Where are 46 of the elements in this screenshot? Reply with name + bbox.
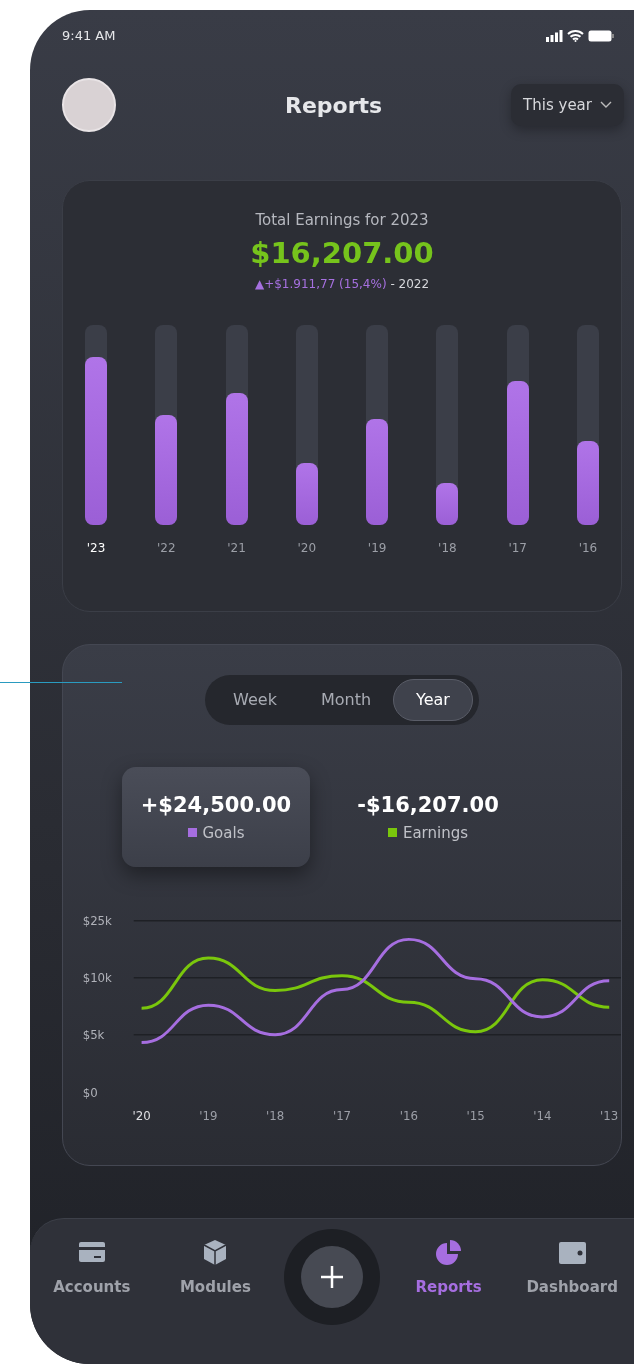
bar-label: '21 [227, 540, 246, 557]
period-tab[interactable]: Year [393, 679, 473, 721]
x-axis-label: '17 [332, 1109, 352, 1124]
summary-tile[interactable]: +$24,500.00 Goals [122, 767, 310, 867]
x-axis-label: '20 [132, 1109, 151, 1124]
tab-bar-item[interactable]: Accounts [36, 1237, 147, 1300]
summary-amount: +$24,500.00 [140, 792, 292, 819]
signal-icon [546, 30, 563, 42]
card-title: Total Earnings for 2023 [254, 210, 430, 231]
legend-label: Goals [202, 822, 245, 844]
wifi-icon [567, 30, 584, 42]
status-time: 9:41 AM [62, 27, 116, 46]
period-tab[interactable]: Week [211, 679, 299, 721]
x-axis-label: '15 [466, 1109, 485, 1124]
x-axis-label: '13 [600, 1109, 619, 1124]
tab-bar-item[interactable]: Dashboard [517, 1237, 628, 1300]
y-axis-label: $0 [82, 1085, 98, 1100]
bar-label: '20 [297, 540, 317, 557]
earnings-change: ▲+$1.911,77 (15,4%) - 2022 [253, 276, 431, 293]
summary-amount: -$16,207.00 [357, 792, 499, 819]
pie-chart-icon [433, 1238, 464, 1268]
y-axis-label: $10k [82, 970, 112, 985]
bar-label: '17 [508, 540, 527, 557]
plus-icon [320, 1265, 344, 1289]
x-axis-label: '19 [199, 1109, 218, 1124]
y-axis-label: $5k [82, 1027, 105, 1042]
period-dropdown[interactable]: This year [511, 83, 624, 127]
total-earnings: $16,207.00 [249, 234, 435, 272]
period-tab[interactable]: Month [298, 679, 394, 721]
tab-bar-item[interactable]: Modules [160, 1237, 271, 1300]
legend-label: Earnings [402, 822, 469, 844]
x-axis-label: '18 [266, 1109, 285, 1124]
bar-label: '22 [157, 540, 176, 557]
avatar[interactable] [62, 78, 116, 132]
x-axis-label: '14 [533, 1109, 552, 1124]
page-title: Reports [284, 91, 383, 120]
battery-icon [588, 30, 614, 42]
bar-label: '19 [367, 540, 387, 557]
chevron-down-icon [600, 101, 612, 109]
y-axis-label: $25k [82, 913, 112, 928]
tab-bar-item[interactable]: Reports [393, 1237, 504, 1300]
bar-label: '16 [578, 540, 598, 557]
x-axis-label: '16 [399, 1109, 418, 1124]
bar-label: '23 [86, 540, 106, 557]
summary-tile[interactable]: -$16,207.00 Earnings [334, 767, 522, 867]
bar-label: '18 [438, 540, 457, 557]
